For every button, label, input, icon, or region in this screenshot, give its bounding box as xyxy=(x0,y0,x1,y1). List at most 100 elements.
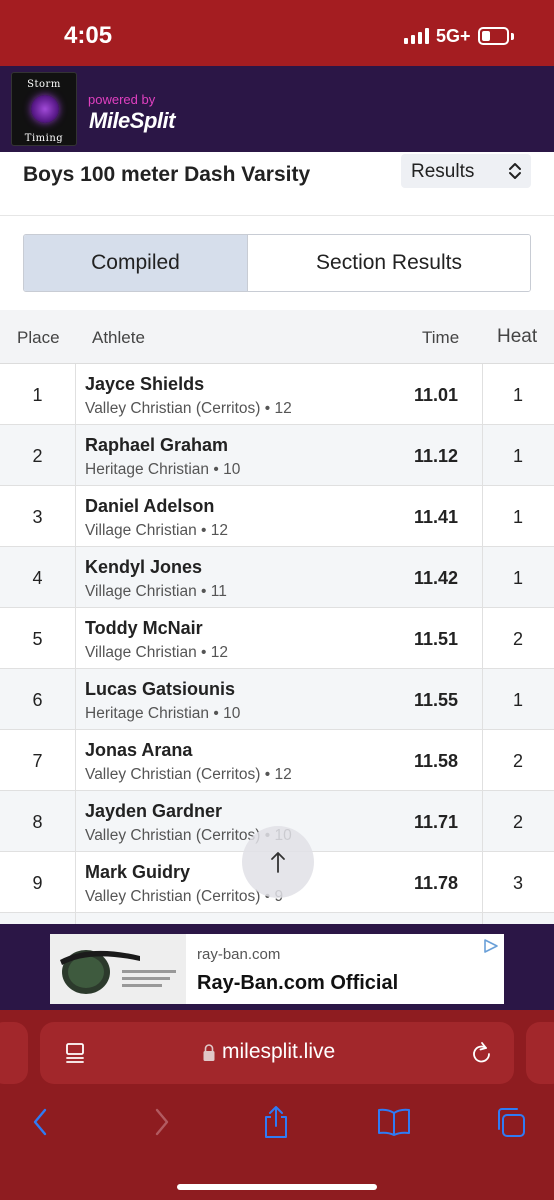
ad-title[interactable]: Ray-Ban.com Official xyxy=(197,972,398,995)
table-row[interactable]: 2 Raphael Graham Heritage Christian • 10… xyxy=(0,425,554,486)
battery-tip xyxy=(511,33,514,40)
tab-section-results[interactable]: Section Results xyxy=(248,235,530,291)
tab-compiled[interactable]: Compiled xyxy=(24,235,248,291)
next-tab-preview[interactable] xyxy=(526,1022,554,1084)
athlete-school: Village Christian • 12 xyxy=(85,522,228,539)
row-place: 9 xyxy=(32,873,43,893)
athlete-name[interactable]: Jonas Arana xyxy=(85,740,192,761)
ad-domain: ray-ban.com xyxy=(197,946,281,963)
athlete-name[interactable]: Raphael Graham xyxy=(85,435,228,456)
athlete-school: Valley Christian (Cerritos) • 9 xyxy=(85,888,284,905)
row-place: 6 xyxy=(32,690,43,710)
network-type: 5G+ xyxy=(436,26,471,46)
row-time: 11.55 xyxy=(413,690,458,710)
row-place: 4 xyxy=(32,568,43,588)
browser-toolbar xyxy=(0,1098,554,1148)
logo-orb-icon xyxy=(31,95,59,123)
row-place: 3 xyxy=(32,507,43,527)
reload-icon[interactable] xyxy=(470,1040,494,1066)
milesplit-logo[interactable]: MileSplit xyxy=(89,108,175,134)
sunglasses-icon xyxy=(50,934,186,1004)
athlete-school: Valley Christian (Cerritos) • 12 xyxy=(85,766,292,783)
powered-by-label: powered by xyxy=(88,92,156,107)
chevron-right-icon xyxy=(155,1108,169,1136)
header-time[interactable]: Time xyxy=(422,328,459,348)
row-heat: 2 xyxy=(512,751,523,771)
result-tabs: Compiled Section Results xyxy=(23,234,531,292)
athlete-school: Heritage Christian • 10 xyxy=(85,705,241,722)
chevron-left-icon xyxy=(33,1108,47,1136)
header-athlete[interactable]: Athlete xyxy=(92,328,145,348)
row-time: 11.51 xyxy=(413,629,458,649)
row-time: 11.42 xyxy=(413,568,458,588)
ad-choices-icon[interactable] xyxy=(482,938,500,954)
athlete-school: Valley Christian (Cerritos) • 12 xyxy=(85,400,292,417)
ad-banner[interactable]: ray-ban.com Ray-Ban.com Official xyxy=(50,934,504,1004)
table-row-partial[interactable] xyxy=(0,913,554,924)
url-text[interactable]: milesplit.live xyxy=(222,1040,335,1064)
lock-icon xyxy=(203,1044,215,1061)
view-select[interactable]: Results xyxy=(401,154,531,188)
athlete-name[interactable]: Mark Guidry xyxy=(85,862,190,883)
row-heat: 1 xyxy=(512,385,523,405)
bookmarks-button[interactable] xyxy=(374,1102,414,1142)
header-place[interactable]: Place xyxy=(17,328,60,348)
row-time: 11.01 xyxy=(413,385,458,405)
share-icon xyxy=(265,1106,287,1138)
page-menu-icon[interactable] xyxy=(64,1042,86,1064)
table-row[interactable]: 3 Daniel Adelson Village Christian • 12 … xyxy=(0,486,554,547)
table-row[interactable]: 6 Lucas Gatsiounis Heritage Christian • … xyxy=(0,669,554,730)
row-place: 5 xyxy=(32,629,43,649)
share-button[interactable] xyxy=(256,1102,296,1142)
browser-chrome: milesplit.live xyxy=(0,1010,554,1200)
tabs-button[interactable] xyxy=(490,1102,530,1142)
previous-tab-preview[interactable] xyxy=(0,1022,28,1084)
header-heat[interactable]: Heat xyxy=(497,326,537,348)
view-select-value: Results xyxy=(411,161,475,182)
scroll-to-top-button[interactable] xyxy=(242,826,314,898)
table-row[interactable]: 5 Toddy McNair Village Christian • 12 11… xyxy=(0,608,554,669)
logo-bottom-text: Timing xyxy=(24,133,64,144)
chevron-updown-icon xyxy=(509,163,521,179)
athlete-name[interactable]: Toddy McNair xyxy=(85,618,203,639)
home-indicator[interactable] xyxy=(177,1184,377,1190)
signal-icon xyxy=(404,28,429,44)
row-time: 11.71 xyxy=(413,812,458,832)
row-heat: 2 xyxy=(512,812,523,832)
forward-button[interactable] xyxy=(142,1102,182,1142)
event-title-row: Boys 100 meter Dash Varsity Results xyxy=(0,152,554,216)
row-heat: 3 xyxy=(512,873,523,893)
table-row[interactable]: 4 Kendyl Jones Village Christian • 11 11… xyxy=(0,547,554,608)
arrow-up-icon xyxy=(271,852,285,873)
table-header: Place Athlete Time Heat xyxy=(0,310,554,364)
athlete-name[interactable]: Lucas Gatsiounis xyxy=(85,679,235,700)
athlete-name[interactable]: Jayden Gardner xyxy=(85,801,222,822)
row-time: 11.58 xyxy=(413,751,458,771)
athlete-school: Heritage Christian • 10 xyxy=(85,461,241,478)
row-time: 11.78 xyxy=(413,873,458,893)
row-heat: 1 xyxy=(512,507,523,527)
row-heat: 2 xyxy=(512,629,523,649)
table-row[interactable]: 1 Jayce Shields Valley Christian (Cerrit… xyxy=(0,364,554,425)
athlete-school: Village Christian • 11 xyxy=(85,583,227,600)
row-heat: 1 xyxy=(512,446,523,466)
row-heat: 1 xyxy=(512,568,523,588)
storm-timing-logo[interactable]: Storm Timing xyxy=(11,72,77,146)
table-row[interactable]: 7 Jonas Arana Valley Christian (Cerritos… xyxy=(0,730,554,791)
athlete-name[interactable]: Jayce Shields xyxy=(85,374,204,395)
status-time: 4:05 xyxy=(64,22,113,49)
book-icon xyxy=(378,1108,410,1136)
back-button[interactable] xyxy=(20,1102,60,1142)
row-place: 1 xyxy=(32,385,43,405)
athlete-name[interactable]: Kendyl Jones xyxy=(85,557,202,578)
tabs-icon xyxy=(498,1108,525,1137)
row-place: 8 xyxy=(32,812,43,832)
row-place: 7 xyxy=(32,751,43,771)
site-header: Storm Timing powered by MileSplit xyxy=(0,66,554,152)
athlete-name[interactable]: Daniel Adelson xyxy=(85,496,214,517)
row-time: 11.41 xyxy=(413,507,458,527)
ad-image xyxy=(50,934,186,1004)
ad-band: ray-ban.com Ray-Ban.com Official xyxy=(0,924,554,1010)
address-bar[interactable]: milesplit.live xyxy=(40,1022,514,1084)
row-place: 2 xyxy=(32,446,43,466)
